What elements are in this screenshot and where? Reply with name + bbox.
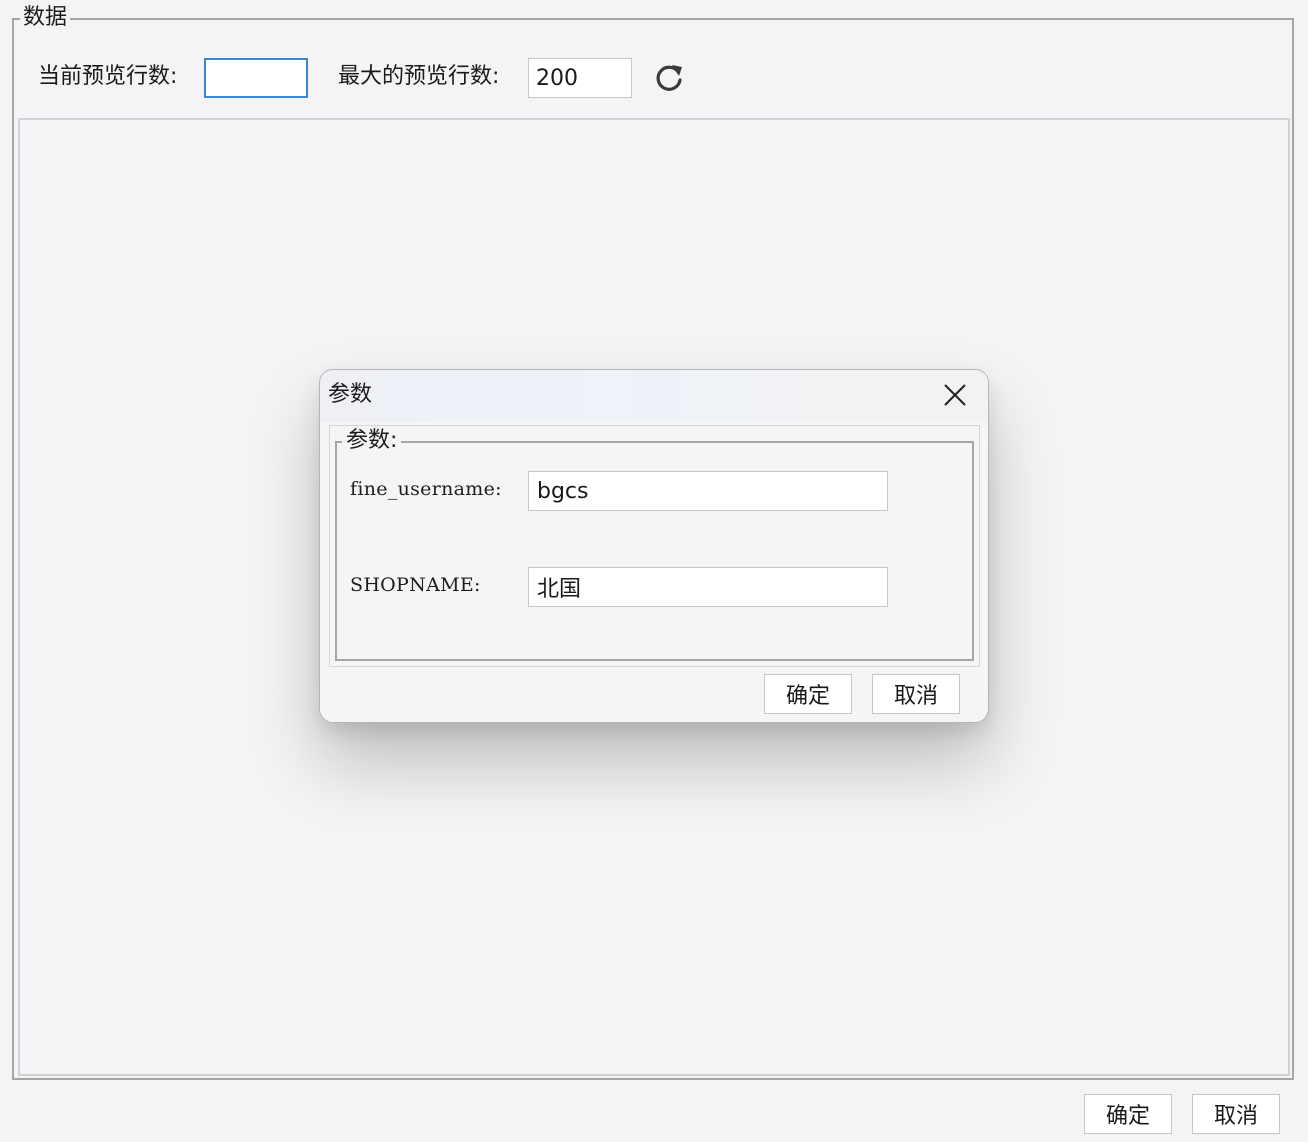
param-input-shopname[interactable] [528,567,888,607]
close-icon[interactable] [942,382,968,408]
parameter-dialog: 参数 参数: fine_username: SHOPNAME: 确定 取消 [319,369,989,723]
param-label-fine-username: fine_username: [350,478,502,500]
dialog-ok-button[interactable]: 确定 [764,674,852,714]
cancel-button[interactable]: 取消 [1192,1094,1280,1134]
max-rows-label: 最大的预览行数: [338,64,500,89]
dialog-cancel-button[interactable]: 取消 [872,674,960,714]
param-input-fine-username[interactable] [528,471,888,511]
dialog-titlebar[interactable]: 参数 [320,370,988,422]
max-rows-input[interactable] [528,58,632,98]
current-rows-input[interactable] [204,58,308,98]
current-rows-label: 当前预览行数: [38,64,178,89]
data-group-title: 数据 [20,4,71,32]
param-group-title: 参数: [342,426,402,456]
refresh-icon[interactable] [652,61,686,95]
param-label-shopname: SHOPNAME: [350,574,481,596]
ok-button[interactable]: 确定 [1084,1094,1172,1134]
dialog-title: 参数 [328,382,373,407]
